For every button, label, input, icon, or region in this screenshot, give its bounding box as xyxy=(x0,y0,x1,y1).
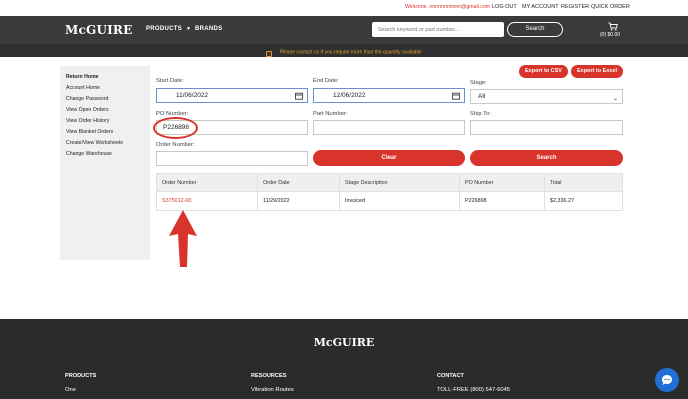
nav-products-label: PRODUCTS xyxy=(146,26,183,32)
search-button[interactable]: Search xyxy=(470,150,623,166)
end-date-input[interactable]: 12/06/2022 xyxy=(313,88,465,103)
table-header-row: Order Number Order Date Stage Descriptio… xyxy=(156,173,623,192)
notice-text: Please contact us if you require more th… xyxy=(279,49,422,56)
export-excel-button[interactable]: Export to Excel xyxy=(571,65,623,78)
chevron-down-icon: ▼ xyxy=(186,26,192,32)
calendar-icon xyxy=(452,92,460,100)
footer-logo: McGUIRE xyxy=(313,336,375,349)
cart-summary: (0) $0.00 xyxy=(600,32,621,38)
table-row: S375012-00 11/29/2022 Invoiced P226898 $… xyxy=(156,191,623,211)
column-header-order-date[interactable]: Order Date xyxy=(257,173,340,192)
up-arrow-annotation xyxy=(169,210,197,267)
sidebar-item-change-warehouse[interactable]: Change Warehouse xyxy=(66,151,112,157)
stage-cell: Invoiced xyxy=(339,191,460,211)
order-number-input[interactable] xyxy=(156,151,308,166)
site-footer: McGUIRE PRODUCTS One RESOURCES Vibration… xyxy=(0,319,688,399)
sidebar-item-account-home[interactable]: Account Home xyxy=(66,85,100,91)
chat-button[interactable] xyxy=(655,368,679,392)
logout-link[interactable]: LOG OUT xyxy=(492,4,517,10)
my-account-link[interactable]: MY ACCOUNT xyxy=(522,4,559,10)
start-date-input[interactable]: 11/06/2022 xyxy=(156,88,308,103)
footer-heading-contact: CONTACT xyxy=(437,373,464,379)
end-date-label: End Date: xyxy=(313,78,339,84)
nav-products[interactable]: PRODUCTS ▼ xyxy=(146,26,191,32)
footer-phone-link[interactable]: TOLL-FREE (800) 547-6045 xyxy=(437,387,510,393)
ship-to-label: Ship To: xyxy=(470,111,491,117)
header-search-button[interactable]: Search xyxy=(507,22,563,37)
warning-icon: ! xyxy=(266,51,273,58)
notice-bar: ! Please contact us if you require more … xyxy=(0,44,688,58)
footer-heading-resources: RESOURCES xyxy=(251,373,287,379)
order-date-cell: 11/29/2022 xyxy=(257,191,340,211)
sidebar-item-change-password[interactable]: Change Password xyxy=(66,96,108,102)
order-number-label: Order Number: xyxy=(156,142,195,148)
start-date-value: 11/06/2022 xyxy=(176,92,209,99)
cart-icon xyxy=(608,22,618,31)
register-link[interactable]: REGISTER xyxy=(561,4,589,10)
order-number-link[interactable]: S375012-00 xyxy=(156,191,258,211)
column-header-order-number[interactable]: Order Number xyxy=(156,173,258,192)
ship-to-input[interactable] xyxy=(470,120,623,135)
highlight-circle-annotation xyxy=(153,117,198,139)
export-csv-button[interactable]: Export to CSV xyxy=(519,65,568,78)
end-date-value: 12/06/2022 xyxy=(333,92,366,99)
column-header-po-number[interactable]: PO Number xyxy=(459,173,545,192)
utility-bar: Welcome, nnnnnnnnnnn@gmail.com LOG OUT M… xyxy=(0,0,688,16)
column-header-total[interactable]: Total xyxy=(544,173,623,192)
footer-link-one[interactable]: One xyxy=(65,387,76,393)
search-input[interactable] xyxy=(372,22,504,37)
sidebar-item-open-orders[interactable]: View Open Orders xyxy=(66,107,109,113)
sidebar-item-order-history[interactable]: View Order History xyxy=(66,118,109,124)
footer-heading-products: PRODUCTS xyxy=(65,373,97,379)
sidebar-item-worksheets[interactable]: Create/View Worksheets xyxy=(66,140,123,146)
quick-order-link[interactable]: QUICK ORDER xyxy=(591,4,630,10)
orders-table: Order Number Order Date Stage Descriptio… xyxy=(156,173,623,211)
site-logo[interactable]: McGUIRE xyxy=(65,23,132,37)
stage-select[interactable]: All ⌄ xyxy=(470,89,623,104)
clear-button[interactable]: Clear xyxy=(313,150,465,166)
sidebar-item-blanket-orders[interactable]: View Blanket Orders xyxy=(66,129,113,135)
total-cell: $2,336.27 xyxy=(544,191,623,211)
chevron-down-icon: ⌄ xyxy=(612,96,618,102)
main-header: McGUIRE PRODUCTS ▼ BRANDS Search (0) $0.… xyxy=(0,16,688,44)
welcome-text: Welcome, nnnnnnnnnnn@gmail.com xyxy=(405,4,491,10)
column-header-stage[interactable]: Stage Description xyxy=(339,173,460,192)
part-number-input[interactable] xyxy=(313,120,465,135)
stage-value: All xyxy=(478,93,486,100)
account-sidebar: Return Home Account Home Change Password… xyxy=(60,66,150,260)
sidebar-item-return-home[interactable]: Return Home xyxy=(66,74,99,80)
chat-bubble-icon xyxy=(662,375,672,385)
part-number-label: Part Number: xyxy=(313,111,348,117)
cart-button[interactable]: (0) $0.00 xyxy=(600,20,625,40)
start-date-label: Start Date: xyxy=(156,78,184,84)
nav-brands[interactable]: BRANDS xyxy=(195,26,222,32)
footer-link-vibration-routes[interactable]: Vibration Routes xyxy=(251,387,294,393)
po-number-cell: P226898 xyxy=(459,191,545,211)
calendar-icon xyxy=(295,92,303,100)
stage-label: Stage: xyxy=(470,80,487,86)
